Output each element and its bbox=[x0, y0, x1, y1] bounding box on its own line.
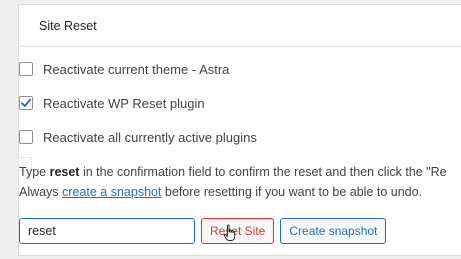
instruction-line-2: Always create a snapshot before resettin… bbox=[19, 182, 461, 202]
viewport: Site Reset Reactivate current theme - As… bbox=[0, 0, 461, 259]
option-reactivate-wp-reset[interactable]: Reactivate WP Reset plugin bbox=[19, 94, 257, 112]
instruction-text: Always bbox=[19, 185, 63, 199]
instruction-text: in the confirmation field to confirm the… bbox=[79, 165, 447, 179]
reset-actions: Reset Site Create snapshot bbox=[19, 218, 387, 244]
option-reactivate-theme[interactable]: Reactivate current theme - Astra bbox=[19, 60, 257, 78]
instruction-text: before resetting if you want to be able … bbox=[161, 185, 423, 199]
instruction-text: Type bbox=[19, 165, 50, 179]
reactivate-wp-reset-checkbox[interactable] bbox=[19, 96, 33, 110]
confirm-keyword: reset bbox=[49, 165, 80, 179]
reactivate-theme-checkbox[interactable] bbox=[19, 62, 33, 76]
card-title: Site Reset bbox=[39, 18, 97, 33]
option-label: Reactivate all currently active plugins bbox=[43, 129, 257, 145]
check-icon bbox=[21, 98, 32, 107]
create-snapshot-button[interactable]: Create snapshot bbox=[280, 218, 387, 244]
instruction-line-1: Type reset in the confirmation field to … bbox=[19, 162, 461, 182]
reset-options: Reactivate current theme - Astra Reactiv… bbox=[19, 60, 257, 162]
create-snapshot-label: Create snapshot bbox=[289, 224, 378, 238]
reset-site-button[interactable]: Reset Site bbox=[201, 218, 275, 244]
reset-confirmation-input[interactable] bbox=[19, 218, 195, 244]
reactivate-plugins-checkbox[interactable] bbox=[19, 130, 33, 144]
option-label: Reactivate current theme - Astra bbox=[43, 61, 230, 77]
reset-instructions: Type reset in the confirmation field to … bbox=[19, 162, 461, 202]
option-label: Reactivate WP Reset plugin bbox=[43, 95, 205, 111]
reset-site-label: Reset Site bbox=[210, 224, 266, 238]
card-header: Site Reset bbox=[19, 5, 461, 47]
option-reactivate-plugins[interactable]: Reactivate all currently active plugins bbox=[19, 128, 257, 146]
create-snapshot-link[interactable]: create a snapshot bbox=[62, 185, 161, 199]
